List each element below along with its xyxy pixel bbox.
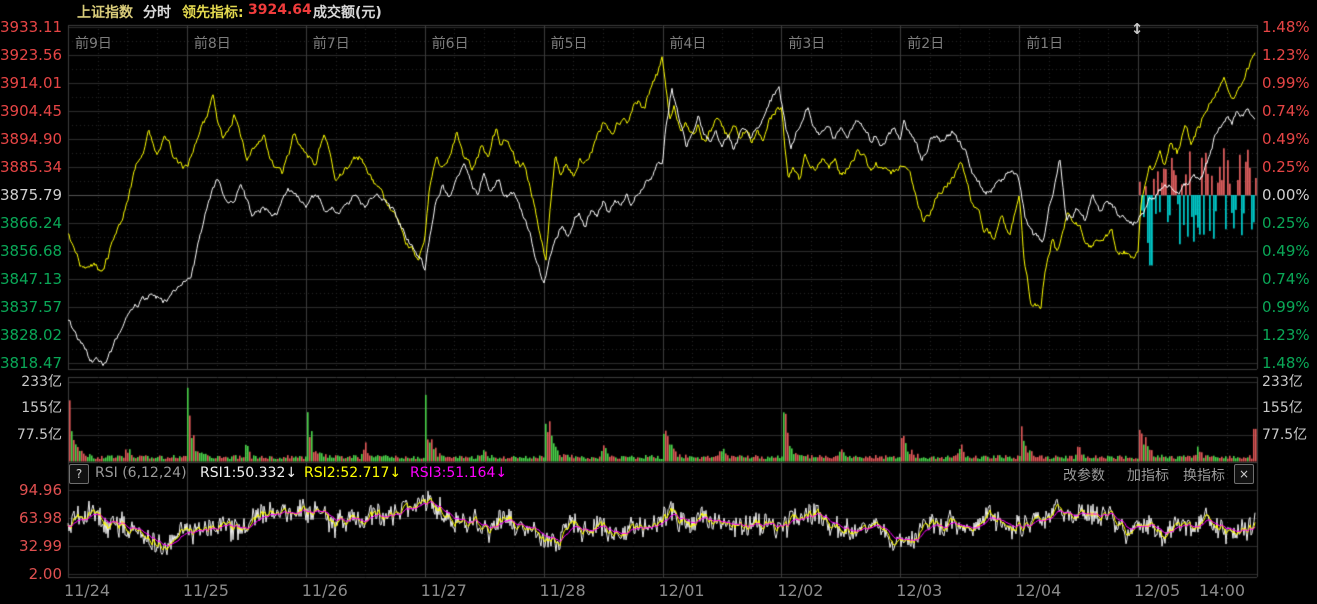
main-percent-axis-label: 1.23% [1262, 46, 1310, 64]
main-percent-axis-label: 0.74% [1262, 270, 1310, 288]
main-price-axis-label: 3875.79 [0, 186, 62, 204]
main-percent-axis-label: 0.25% [1262, 214, 1310, 232]
day-label: 前3日 [788, 33, 825, 53]
main-percent-axis-label: 1.48% [1262, 354, 1310, 372]
help-icon[interactable]: ? [69, 464, 89, 484]
x-axis-date-label: 11/27 [421, 581, 467, 600]
main-percent-axis-label: 1.23% [1262, 326, 1310, 344]
add-indicator-button[interactable]: 加指标 [1127, 465, 1169, 485]
day-label: 前6日 [432, 33, 469, 53]
volume-axis-label-left: 233亿 [0, 373, 62, 391]
turnover-label: 成交额(元) [313, 2, 382, 22]
main-price-axis-label: 3847.13 [0, 270, 62, 288]
day-label: 前1日 [1026, 33, 1063, 53]
x-axis-date-label: 11/24 [64, 581, 110, 600]
main-percent-axis-label: 0.99% [1262, 74, 1310, 92]
switch-indicator-button[interactable]: 换指标 [1183, 465, 1225, 485]
rsi2-value: RSI2:52.717↓ [304, 465, 401, 481]
main-price-axis-label: 3894.90 [0, 130, 62, 148]
day-label: 前8日 [194, 33, 231, 53]
main-price-axis-label: 3904.45 [0, 102, 62, 120]
stock-chart-app: 上证指数 分时 领先指标: 3924.64 成交额(元) ↕ ? RSI (6,… [0, 0, 1317, 604]
main-percent-axis-label: 0.49% [1262, 130, 1310, 148]
pane-splitter-icon[interactable]: ↕ [1128, 20, 1146, 38]
x-axis-date-label: 12/05 [1134, 581, 1180, 600]
volume-axis-label-left: 155亿 [0, 399, 62, 417]
main-price-axis-label: 3828.02 [0, 326, 62, 344]
x-axis-date-label: 12/01 [658, 581, 704, 600]
day-label: 前5日 [551, 33, 588, 53]
rsi1-value: RSI1:50.332↓ [200, 465, 297, 481]
main-price-axis-label: 3837.57 [0, 298, 62, 316]
main-percent-axis-label: 0.49% [1262, 242, 1310, 260]
main-percent-axis-label: 0.74% [1262, 102, 1310, 120]
main-percent-axis-label: 0.99% [1262, 298, 1310, 316]
leading-indicator-value: 3924.64 [248, 2, 312, 18]
volume-axis-label-right: 77.5亿 [1262, 426, 1307, 444]
day-label: 前7日 [313, 33, 350, 53]
main-percent-axis-label: 0.25% [1262, 158, 1310, 176]
main-percent-axis-label: 0.00% [1262, 186, 1310, 204]
main-price-axis-label: 3885.34 [0, 158, 62, 176]
main-percent-axis-label: 1.48% [1262, 18, 1310, 36]
volume-axis-label-right: 155亿 [1262, 399, 1303, 417]
main-price-axis-label: 3923.56 [0, 46, 62, 64]
main-price-axis-label: 3856.68 [0, 242, 62, 260]
x-axis-date-label: 12/02 [777, 581, 823, 600]
day-label: 前9日 [75, 33, 112, 53]
leading-indicator-label: 领先指标: [182, 2, 244, 22]
x-axis-date-label: 11/26 [302, 581, 348, 600]
x-axis-date-label: 12/03 [896, 581, 942, 600]
x-axis-time-label: 14:00 [1199, 581, 1245, 600]
day-label: 前2日 [907, 33, 944, 53]
rsi-axis-label: 63.98 [0, 509, 62, 527]
volume-axis-label-right: 233亿 [1262, 373, 1303, 391]
symbol-name[interactable]: 上证指数 [77, 2, 133, 22]
volume-axis-label-left: 77.5亿 [0, 426, 62, 444]
multi-day-intraday-chart-canvas[interactable] [0, 0, 1317, 604]
main-price-axis-label: 3933.11 [0, 18, 62, 36]
x-axis-date-label: 12/04 [1015, 581, 1061, 600]
rsi-axis-label: 94.96 [0, 481, 62, 499]
change-params-button[interactable]: 改参数 [1063, 465, 1105, 485]
x-axis-date-label: 11/28 [540, 581, 586, 600]
rsi-axis-label: 32.99 [0, 537, 62, 555]
day-label: 前4日 [670, 33, 707, 53]
rsi3-value: RSI3:51.164↓ [410, 465, 507, 481]
main-price-axis-label: 3818.47 [0, 354, 62, 372]
main-price-axis-label: 3914.01 [0, 74, 62, 92]
main-price-axis-label: 3866.24 [0, 214, 62, 232]
rsi-indicator-name[interactable]: RSI (6,12,24) [95, 465, 187, 481]
close-indicator-icon[interactable]: × [1234, 464, 1254, 484]
mode-label[interactable]: 分时 [143, 2, 171, 22]
x-axis-date-label: 11/25 [183, 581, 229, 600]
rsi-axis-label: 2.00 [0, 565, 62, 583]
